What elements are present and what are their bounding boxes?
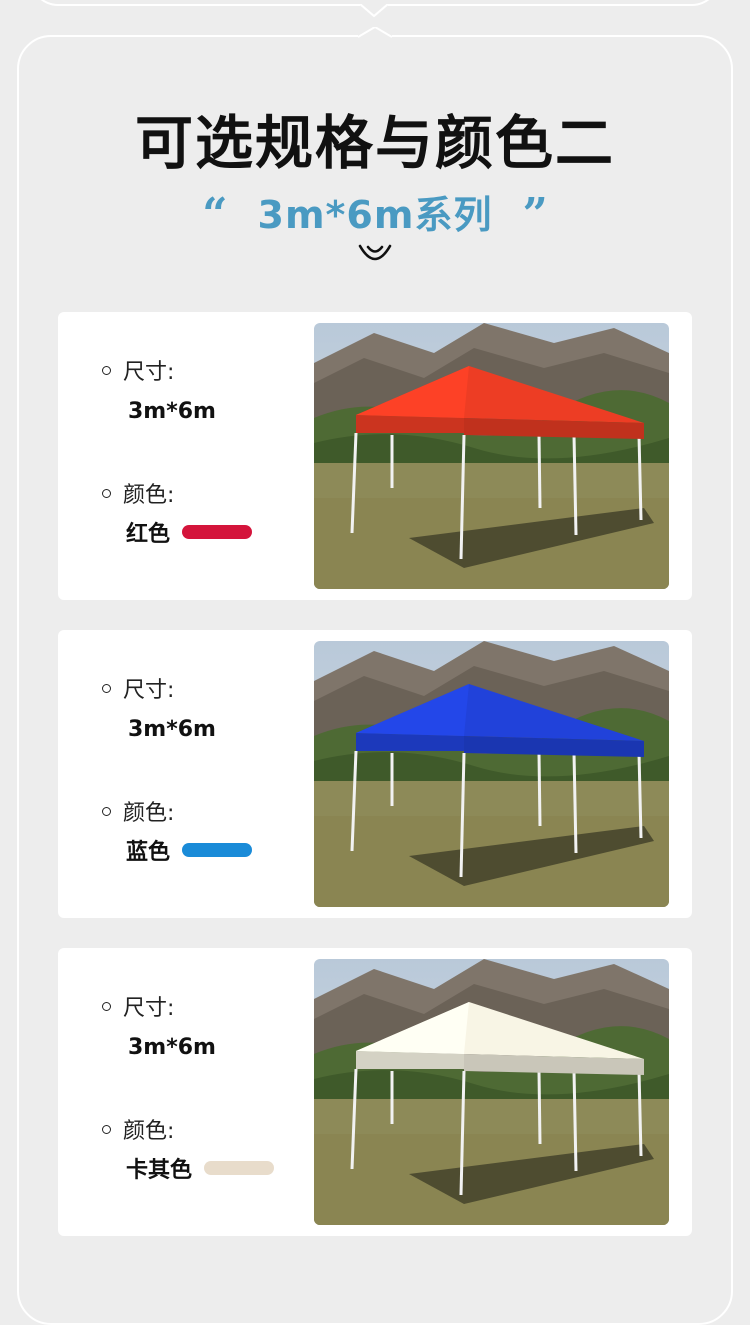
size-row: 尺寸: xyxy=(102,672,174,704)
bullet-icon xyxy=(102,488,111,498)
bullet-icon xyxy=(102,1001,111,1011)
smile-icon xyxy=(356,238,394,272)
product-photo-blue xyxy=(314,641,669,907)
quote-close-icon: ” xyxy=(522,189,548,240)
color-value-row: 卡其色 xyxy=(126,1152,275,1184)
bullet-icon xyxy=(102,1124,111,1134)
quote-open-icon: “ xyxy=(202,189,228,240)
color-value-row: 蓝色 xyxy=(126,834,253,866)
top-notch xyxy=(360,4,388,18)
size-row: 尺寸: xyxy=(102,354,174,386)
size-value: 3m*6m xyxy=(128,399,216,424)
size-row: 尺寸: xyxy=(102,990,174,1022)
bullet-icon xyxy=(102,806,111,816)
color-swatch xyxy=(204,1161,275,1175)
color-row: 颜色: xyxy=(102,795,174,827)
series-subtitle: 3m*6m系列 xyxy=(257,192,493,237)
size-label: 尺寸: xyxy=(123,996,175,1021)
color-name: 红色 xyxy=(126,522,171,547)
size-label: 尺寸: xyxy=(123,678,175,703)
size-value: 3m*6m xyxy=(128,717,216,742)
size-label: 尺寸: xyxy=(123,360,175,385)
size-value: 3m*6m xyxy=(128,1035,216,1060)
product-photo-red xyxy=(314,323,669,589)
color-label: 颜色: xyxy=(123,483,175,508)
panel-notch xyxy=(357,25,393,47)
color-name: 卡其色 xyxy=(126,1158,193,1183)
product-card-khaki: 尺寸: 3m*6m 颜色: 卡其色 xyxy=(58,948,692,1236)
color-swatch xyxy=(182,843,253,857)
color-label: 颜色: xyxy=(123,801,175,826)
color-name: 蓝色 xyxy=(126,840,171,865)
bullet-icon xyxy=(102,683,111,693)
bullet-icon xyxy=(102,365,111,375)
subtitle-row: “ 3m*6m系列 ” xyxy=(0,186,750,240)
product-photo-khaki xyxy=(314,959,669,1225)
product-card-blue: 尺寸: 3m*6m 颜色: 蓝色 xyxy=(58,630,692,918)
color-row: 颜色: xyxy=(102,1113,174,1145)
color-label: 颜色: xyxy=(123,1119,175,1144)
color-value-row: 红色 xyxy=(126,516,253,548)
color-swatch xyxy=(182,525,253,539)
product-card-red: 尺寸: 3m*6m 颜色: 红色 xyxy=(58,312,692,600)
page-title: 可选规格与颜色二 xyxy=(134,109,615,177)
color-row: 颜色: xyxy=(102,477,174,509)
